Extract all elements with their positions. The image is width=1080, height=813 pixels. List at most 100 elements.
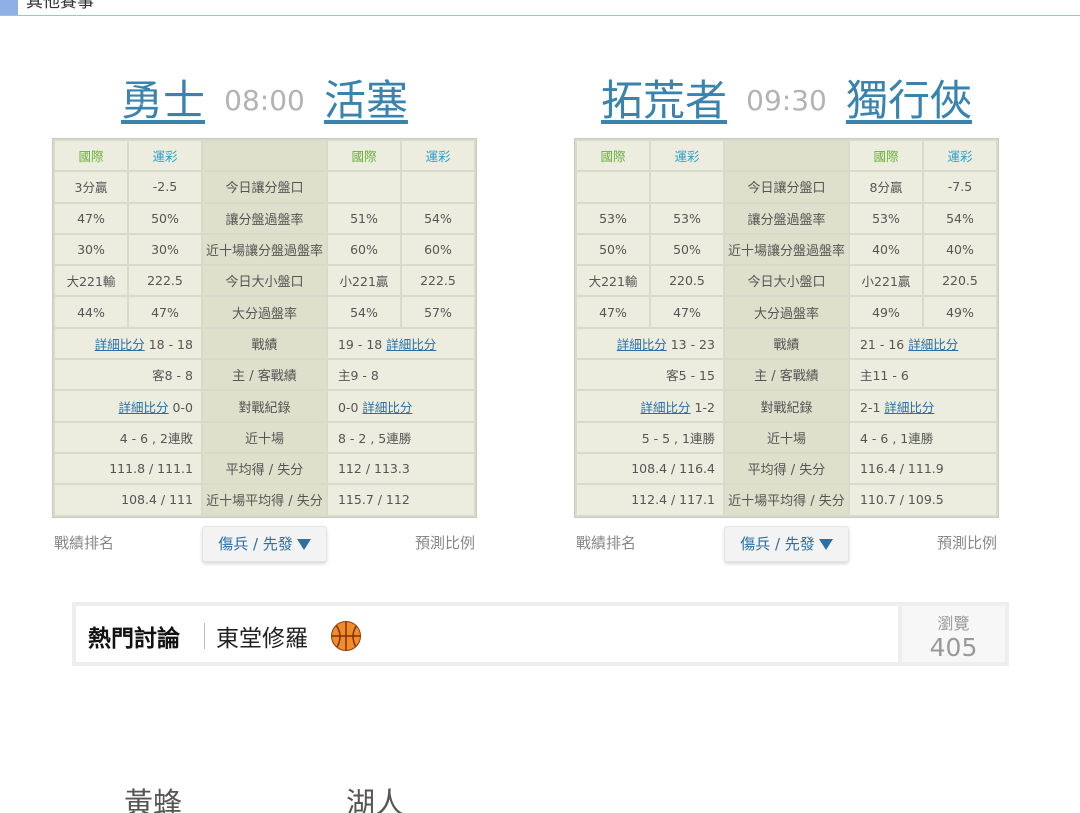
hot-topic-link[interactable]: 東堂修羅: [216, 619, 308, 653]
home-record: 21 - 16 詳細比分: [849, 328, 996, 359]
table-row-last10: 4 - 6 , 2連敗 近十場 8 - 2 , 5連勝: [55, 422, 474, 452]
cell: 57%: [401, 297, 474, 327]
rank-link[interactable]: 戰績排名: [576, 532, 636, 553]
cell: 8分贏: [849, 172, 922, 202]
table-header-row: 國際 運彩 國際 運彩: [55, 141, 474, 171]
detail-score-link[interactable]: 詳細比分: [641, 400, 691, 415]
home-team-link[interactable]: 獨行俠: [846, 76, 972, 125]
matchup-header: 勇士 08:00 活塞: [52, 70, 477, 138]
row-label: 今日讓分盤口: [724, 172, 848, 202]
header-sports: 運彩: [401, 141, 474, 171]
cell: 49%: [849, 297, 922, 327]
away-homeaway: 客5 - 15: [577, 360, 723, 390]
header-intl: 國際: [577, 141, 649, 171]
row-label: 戰績: [724, 328, 848, 359]
table-row: 50% 50% 近十場讓分盤過盤率 40% 40%: [577, 234, 996, 265]
next-away-team[interactable]: 黃蜂: [124, 780, 182, 813]
detail-score-link[interactable]: 詳細比分: [908, 337, 958, 352]
hot-discussion-label: 熱門討論: [88, 626, 180, 652]
detail-score-link[interactable]: 詳細比分: [386, 337, 436, 352]
table-row-homeaway: 客8 - 8 主 / 客戰績 主9 - 8: [55, 360, 474, 390]
cell: 小221贏: [849, 266, 922, 296]
header-sports: 運彩: [128, 141, 201, 171]
detail-score-link[interactable]: 詳細比分: [617, 337, 667, 352]
matchup-header: 拓荒者 09:30 獨行俠: [574, 70, 999, 138]
cell: 60%: [401, 234, 474, 265]
record-value: 18 - 18: [148, 336, 193, 352]
rank-link[interactable]: 戰績排名: [54, 532, 114, 553]
h2h-value: 1-2: [694, 399, 715, 415]
cell: 49%: [923, 297, 996, 327]
detail-score-link[interactable]: 詳細比分: [362, 400, 412, 415]
injury-lineup-label: 傷兵 / 先發: [740, 534, 815, 553]
table-row-h2h: 詳細比分 1-2 對戰紀錄 2-1 詳細比分: [577, 391, 996, 421]
row-label: 近十場平均得 / 失分: [202, 485, 326, 515]
header-intl: 國際: [849, 141, 922, 171]
row-label: 平均得 / 失分: [724, 453, 848, 484]
row-label: 近十場讓分盤過盤率: [202, 234, 326, 265]
cell: [650, 172, 723, 202]
section-marker: [0, 0, 18, 15]
cell: 47%: [577, 297, 649, 327]
row-label: 讓分盤過盤率: [202, 203, 326, 233]
injury-lineup-button[interactable]: 傷兵 / 先發: [724, 525, 849, 562]
table-row-last10: 5 - 5 , 1連勝 近十場 4 - 6 , 1連勝: [577, 422, 996, 452]
cell: 50%: [650, 234, 723, 265]
away-homeaway: 客8 - 8: [55, 360, 201, 390]
cell: 60%: [327, 234, 400, 265]
row-label: 今日大小盤口: [202, 266, 326, 296]
cell: 54%: [401, 203, 474, 233]
cell: -2.5: [128, 172, 201, 202]
record-value: 21 - 16: [859, 336, 905, 352]
cell: 47%: [650, 297, 723, 327]
away-team-link[interactable]: 拓荒者: [601, 76, 727, 125]
cell: 53%: [577, 203, 649, 233]
injury-lineup-button[interactable]: 傷兵 / 先發: [202, 525, 327, 562]
row-label: 戰績: [202, 328, 326, 359]
table-row-avg: 108.4 / 116.4 平均得 / 失分 116.4 / 111.9: [577, 453, 996, 484]
stats-table: 國際 運彩 國際 運彩 3分贏 -2.5 今日讓分盤口 47% 50% 讓分盤過…: [52, 138, 477, 518]
predict-link[interactable]: 預測比例: [937, 532, 997, 553]
home-team-link[interactable]: 活塞: [324, 76, 408, 125]
h2h-value: 2-1: [859, 399, 881, 415]
away-record: 詳細比分 13 - 23: [577, 328, 723, 359]
cell: [401, 172, 474, 202]
game-card: 拓荒者 09:30 獨行俠 國際 運彩 國際 運彩 今日讓分盤口 8分贏 -7.…: [574, 70, 999, 572]
record-value: 19 - 18: [337, 336, 383, 352]
away-last10: 5 - 5 , 1連勝: [577, 422, 723, 452]
table-header-row: 國際 運彩 國際 運彩: [577, 141, 996, 171]
cell: 220.5: [923, 266, 996, 296]
cell: -7.5: [923, 172, 996, 202]
header-blank: [724, 141, 848, 171]
away-team-link[interactable]: 勇士: [121, 76, 205, 125]
triangle-down-icon: [818, 538, 833, 550]
cell: 40%: [923, 234, 996, 265]
row-label: 大分過盤率: [202, 297, 326, 327]
detail-score-link[interactable]: 詳細比分: [95, 337, 145, 352]
cell: 44%: [55, 297, 127, 327]
away-avg10: 112.4 / 117.1: [577, 485, 723, 515]
next-home-team[interactable]: 湖人: [346, 780, 404, 813]
detail-score-link[interactable]: 詳細比分: [884, 400, 934, 415]
cell: 50%: [128, 203, 201, 233]
row-label: 主 / 客戰績: [202, 360, 326, 390]
cell: 53%: [849, 203, 922, 233]
predict-link[interactable]: 預測比例: [415, 532, 475, 553]
view-count: 瀏覽 405: [902, 606, 1005, 662]
row-label: 近十場讓分盤過盤率: [724, 234, 848, 265]
home-last10: 8 - 2 , 5連勝: [327, 422, 474, 452]
header-sports: 運彩: [650, 141, 723, 171]
cell: 47%: [55, 203, 127, 233]
cell: 53%: [650, 203, 723, 233]
cell: 30%: [55, 234, 127, 265]
game-footer: 戰績排名 傷兵 / 先發 預測比例: [574, 524, 999, 572]
header-intl: 國際: [327, 141, 400, 171]
cell: 222.5: [401, 266, 474, 296]
header-intl: 國際: [55, 141, 127, 171]
table-row: 44% 47% 大分過盤率 54% 57%: [55, 297, 474, 327]
detail-score-link[interactable]: 詳細比分: [119, 400, 169, 415]
cell: [327, 172, 400, 202]
record-value: 13 - 23: [670, 336, 715, 352]
row-label: 平均得 / 失分: [202, 453, 326, 484]
cell: 40%: [849, 234, 922, 265]
